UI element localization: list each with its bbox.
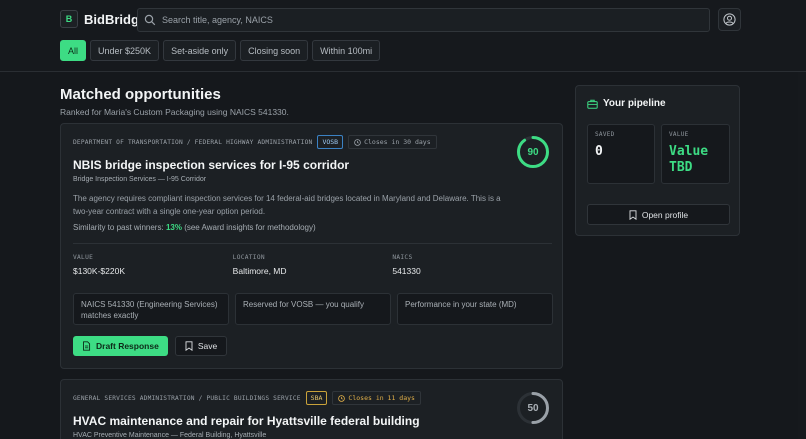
opportunity-subtitle: HVAC Preventive Maintenance — Federal Bu… xyxy=(73,432,267,439)
fact-location: LOCATION Baltimore, MD xyxy=(233,254,393,276)
opportunity-card[interactable]: GENERAL SERVICES ADMINISTRATION / PUBLIC… xyxy=(60,379,563,439)
pipeline-header: Your pipeline xyxy=(587,98,666,109)
match-score-ring: 50 xyxy=(516,391,550,425)
deadline-badge: Closes in 11 days xyxy=(332,391,421,405)
match-reasons: NAICS 541330 (Engineering Services) matc… xyxy=(73,293,553,325)
draft-response-label: Draft Response xyxy=(96,341,159,351)
filter-chip-within-100mi[interactable]: Within 100mi xyxy=(312,40,381,61)
card-meta: DEPARTMENT OF TRANSPORTATION / FEDERAL H… xyxy=(73,135,437,149)
draft-response-button[interactable]: Draft Response xyxy=(73,336,168,356)
open-profile-label: Open profile xyxy=(641,209,689,220)
fact-naics: NAICS 541330 xyxy=(392,254,552,276)
search-box[interactable] xyxy=(137,8,710,32)
top-header: B BidBridge All Under $250K Set-aside on… xyxy=(0,0,806,72)
value-stat: VALUE Value TBD xyxy=(661,124,730,184)
document-icon xyxy=(83,341,91,351)
briefcase-icon xyxy=(587,99,598,109)
clock-icon xyxy=(338,394,346,402)
deadline-badge: Closes in 30 days xyxy=(348,135,437,149)
save-button[interactable]: Save xyxy=(174,336,228,356)
filter-chip-set-aside[interactable]: Set-aside only xyxy=(163,40,237,61)
search-input[interactable] xyxy=(162,15,709,25)
fact-row: VALUE $130K-$220K LOCATION Baltimore, MD… xyxy=(73,254,552,276)
deadline-text: Closes in 30 days xyxy=(364,138,431,146)
page-title: Matched opportunities xyxy=(60,86,221,103)
agency-label: DEPARTMENT OF TRANSPORTATION / FEDERAL H… xyxy=(73,138,313,146)
pipeline-panel: Your pipeline SAVED 0 VALUE Value TBD Op… xyxy=(575,85,740,236)
filter-chip-closing-soon[interactable]: Closing soon xyxy=(240,40,309,61)
opportunity-subtitle: Bridge Inspection Services — I-95 Corrid… xyxy=(73,176,207,183)
match-score-ring: 90 xyxy=(516,135,550,169)
set-aside-badge: VOSB xyxy=(317,135,344,149)
similarity-prefix: Similarity to past winners: xyxy=(73,223,164,232)
opportunity-title[interactable]: NBIS bridge inspection services for I-95… xyxy=(73,158,349,172)
fact-text: 541330 xyxy=(392,266,421,276)
value-amount: Value TBD xyxy=(669,144,709,175)
account-button[interactable] xyxy=(718,8,741,31)
filter-chip-all[interactable]: All xyxy=(60,40,87,61)
save-label: Save xyxy=(197,341,218,351)
match-reason: NAICS 541330 (Engineering Services) matc… xyxy=(73,293,229,325)
user-icon xyxy=(723,13,736,26)
bookmark-icon xyxy=(629,209,637,220)
value-label: VALUE xyxy=(669,131,689,138)
pipeline-title: Your pipeline xyxy=(603,98,666,109)
match-score: 50 xyxy=(527,402,539,414)
filter-chips: All Under $250K Set-aside only Closing s… xyxy=(60,40,381,61)
match-score: 90 xyxy=(527,146,539,158)
card-actions: Draft Response Save xyxy=(73,336,228,356)
clock-icon xyxy=(354,138,361,146)
similarity-percent: 13% xyxy=(165,223,182,232)
filter-chip-under-250k[interactable]: Under $250K xyxy=(90,40,160,61)
logo-mark: B xyxy=(60,10,78,28)
similarity-line: Similarity to past winners: 13% (see Awa… xyxy=(73,223,316,232)
match-reason: Performance in your state (MD) xyxy=(397,293,553,325)
match-reason: Reserved for VOSB — you qualify xyxy=(235,293,391,325)
open-profile-button[interactable]: Open profile xyxy=(587,204,730,225)
divider xyxy=(73,243,552,244)
page-subtitle: Ranked for Maria's Custom Packaging usin… xyxy=(60,107,289,117)
fact-text: Baltimore, MD xyxy=(232,266,287,276)
fact-text: $130K-$220K xyxy=(73,266,125,276)
card-meta: GENERAL SERVICES ADMINISTRATION / PUBLIC… xyxy=(73,391,421,405)
app-logo[interactable]: B BidBridge xyxy=(60,10,146,28)
search-icon xyxy=(144,14,156,26)
opportunity-card[interactable]: DEPARTMENT OF TRANSPORTATION / FEDERAL H… xyxy=(60,123,563,369)
deadline-text: Closes in 11 days xyxy=(348,394,415,402)
set-aside-badge: SBA xyxy=(305,391,328,405)
opportunity-title[interactable]: HVAC maintenance and repair for Hyattsvi… xyxy=(73,414,420,428)
saved-stat: SAVED 0 xyxy=(587,124,655,184)
saved-count: 0 xyxy=(595,144,603,159)
scrollbar[interactable] xyxy=(798,72,806,439)
agency-label: GENERAL SERVICES ADMINISTRATION / PUBLIC… xyxy=(73,394,301,402)
bookmark-icon xyxy=(185,341,193,351)
fact-label: VALUE xyxy=(73,254,94,261)
opportunity-description: The agency requires compliant inspection… xyxy=(73,194,501,216)
similarity-suffix: (see Award insights for methodology) xyxy=(184,223,316,232)
fact-label: LOCATION xyxy=(232,254,265,261)
fact-label: NAICS xyxy=(392,254,413,261)
saved-label: SAVED xyxy=(595,131,615,138)
fact-value: VALUE $130K-$220K xyxy=(73,254,233,276)
